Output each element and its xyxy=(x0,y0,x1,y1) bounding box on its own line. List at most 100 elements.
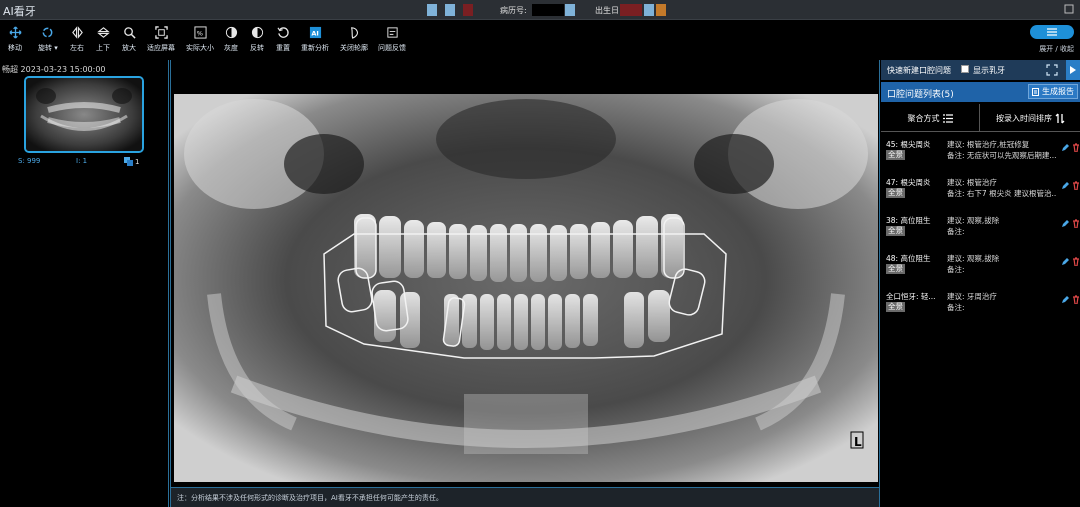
window-menu-icon[interactable] xyxy=(1064,3,1074,15)
list-item[interactable]: 全口恒牙: 轻... 全景 建议: 牙周治疗 备注: xyxy=(881,286,1080,324)
merge-mode-button[interactable]: 聚合方式 xyxy=(881,104,980,132)
tool-invert[interactable]: 反转 xyxy=(250,26,264,53)
feedback-icon xyxy=(386,27,398,38)
tool-label: 问题反馈 xyxy=(378,44,406,52)
edit-icon[interactable] xyxy=(1061,144,1069,152)
problem-note: 备注: 无症状可以先观察后期建... xyxy=(947,151,1057,160)
layers-count-value: 1 xyxy=(135,157,140,166)
invert-icon xyxy=(251,26,263,39)
tool-label: 重新分析 xyxy=(301,44,329,52)
panoramic-xray[interactable]: L xyxy=(174,94,878,482)
source-tag: 全景 xyxy=(886,302,905,312)
tool-label: 实际大小 xyxy=(186,44,214,52)
sort-label: 按录入时间排序 xyxy=(996,113,1052,123)
problem-tooth: 47: 根尖周炎 xyxy=(886,178,931,187)
series-count: S: 999 xyxy=(18,157,41,165)
problem-suggestion: 建议: 根管治疗 xyxy=(947,178,997,187)
record-number-value xyxy=(532,4,564,16)
document-icon xyxy=(1032,87,1039,96)
tool-label: 灰度 xyxy=(224,44,238,52)
panoramic-xray-image: L xyxy=(174,94,878,482)
list-icon xyxy=(942,113,953,123)
toolbar: 移动 旋转 ▾ 左右 上下 放大 适应屏幕 % 实际大小 灰度 反转 重置 AI… xyxy=(0,20,1080,60)
study-thumbnail[interactable] xyxy=(24,76,144,153)
fit-screen-icon xyxy=(154,26,168,39)
tool-label: 上下 xyxy=(96,44,110,52)
quick-actions-bar: 快速新建口腔问题 显示乳牙 xyxy=(881,60,1080,80)
edit-icon[interactable] xyxy=(1061,220,1069,228)
problem-panel: 快速新建口腔问题 显示乳牙 口腔问题列表(5) 生成报告 聚合方式 按录入时间排… xyxy=(881,60,1080,507)
tool-reset[interactable]: 重置 xyxy=(276,26,290,53)
delete-icon[interactable] xyxy=(1072,295,1080,304)
source-tag: 全景 xyxy=(886,264,905,274)
delete-icon[interactable] xyxy=(1072,143,1080,152)
list-item[interactable]: 45: 根尖周炎 全景 建议: 根管治疗,桩冠修复 备注: 无症状可以先观察后期… xyxy=(881,134,1080,172)
delete-icon[interactable] xyxy=(1072,181,1080,190)
edit-icon[interactable] xyxy=(1061,258,1069,266)
tool-flip-horizontal[interactable]: 左右 xyxy=(70,26,84,53)
layers-count: 1 xyxy=(124,157,139,166)
sort-by-time-button[interactable]: 按录入时间排序 xyxy=(981,104,1080,132)
list-icon xyxy=(1047,28,1057,36)
expand-collapse-button[interactable] xyxy=(1030,25,1074,39)
record-number-label: 病历号: xyxy=(500,6,527,15)
tool-close-outline[interactable]: 关闭轮廓 xyxy=(340,26,368,53)
problem-list-title: 口腔问题列表(5) xyxy=(887,90,954,100)
problem-suggestion: 建议: 牙周治疗 xyxy=(947,292,997,301)
outline-icon xyxy=(350,27,358,39)
source-tag: 全景 xyxy=(886,150,905,160)
tool-flip-vertical[interactable]: 上下 xyxy=(96,26,110,53)
tool-rotate[interactable]: 旋转 ▾ xyxy=(38,26,58,53)
tool-actual-size[interactable]: % 实际大小 xyxy=(186,26,214,53)
tool-label: 旋转 ▾ xyxy=(38,44,58,52)
problem-tooth: 全口恒牙: 轻... xyxy=(886,292,936,301)
dob-redacted xyxy=(620,4,668,16)
tool-label: 适应屏幕 xyxy=(147,44,175,52)
image-viewer[interactable]: L 注：分析结果不涉及任何形式的诊断及治疗项目，AI看牙不承担任何可能产生的责任… xyxy=(170,60,880,507)
delete-icon[interactable] xyxy=(1072,257,1080,266)
tool-label: 关闭轮廓 xyxy=(340,44,368,52)
title-bar: AI看牙 病历号: 出生日 xyxy=(0,0,1080,20)
zoom-icon xyxy=(123,27,136,39)
side-marker: L xyxy=(854,435,862,449)
dob-label: 出生日 xyxy=(595,6,619,15)
reset-icon xyxy=(276,27,289,38)
tool-reanalyze[interactable]: AI 重新分析 xyxy=(301,26,329,53)
edit-icon[interactable] xyxy=(1061,182,1069,190)
disclaimer-text: 注：分析结果不涉及任何形式的诊断及治疗项目，AI看牙不承担任何可能产生的责任。 xyxy=(177,494,443,502)
tool-grayscale[interactable]: 灰度 xyxy=(224,26,238,53)
list-item[interactable]: 48: 高位阻生 全景 建议: 观察,拔除 备注: xyxy=(881,248,1080,286)
disclaimer-bar: 注：分析结果不涉及任何形式的诊断及治疗项目，AI看牙不承担任何可能产生的责任。 xyxy=(171,487,879,507)
flip-vertical-icon xyxy=(96,27,110,38)
study-list-panel: 畅超 2023-03-23 15:00:00 S: 999 I: 1 1 xyxy=(0,60,169,507)
tool-fit-screen[interactable]: 适应屏幕 xyxy=(147,26,175,53)
problem-suggestion: 建议: 根管治疗,桩冠修复 xyxy=(947,140,1030,149)
delete-icon[interactable] xyxy=(1072,219,1080,228)
layers-icon xyxy=(124,157,133,166)
svg-text:AI: AI xyxy=(311,29,318,37)
source-tag: 全景 xyxy=(886,188,905,198)
tool-label: 移动 xyxy=(8,44,22,52)
generate-report-button[interactable]: 生成报告 xyxy=(1028,84,1078,99)
study-datetime: 畅超 2023-03-23 15:00:00 xyxy=(2,65,106,74)
edit-icon[interactable] xyxy=(1061,296,1069,304)
tool-label: 重置 xyxy=(276,44,290,52)
flip-horizontal-icon xyxy=(71,26,83,39)
source-tag: 全景 xyxy=(886,226,905,236)
quick-new-problem-button[interactable]: 快速新建口腔问题 xyxy=(887,65,951,76)
collapse-panel-button[interactable] xyxy=(1066,60,1080,80)
move-icon xyxy=(8,26,22,39)
fullscreen-icon[interactable] xyxy=(1046,64,1058,76)
tool-zoom[interactable]: 放大 xyxy=(122,26,136,53)
tool-move[interactable]: 移动 xyxy=(8,26,22,53)
show-baby-teeth-checkbox[interactable] xyxy=(961,65,969,73)
problem-note: 备注: xyxy=(947,227,965,236)
tool-label: 放大 xyxy=(122,44,136,52)
list-item[interactable]: 38: 高位阻生 全景 建议: 观察,拔除 备注: xyxy=(881,210,1080,248)
list-item[interactable]: 47: 根尖周炎 全景 建议: 根管治疗 备注: 右下7 根尖炎 建议根管治..… xyxy=(881,172,1080,210)
image-count: I: 1 xyxy=(76,157,88,165)
xray-thumbnail-image xyxy=(26,78,142,151)
tool-feedback[interactable]: 问题反馈 xyxy=(378,26,406,53)
svg-text:%: % xyxy=(196,29,202,37)
grayscale-icon xyxy=(225,26,237,39)
